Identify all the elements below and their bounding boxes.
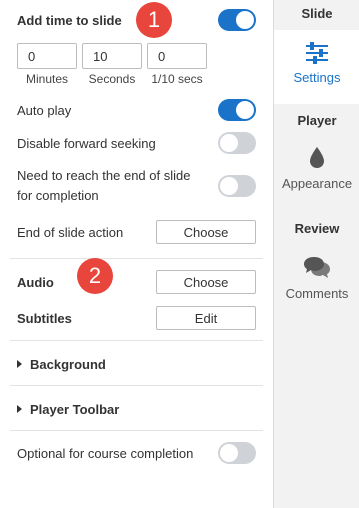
optional-label: Optional for course completion	[17, 445, 194, 461]
annotation-badge-1: 1	[136, 2, 172, 38]
sidebar-item-comments[interactable]: Comments	[274, 256, 359, 310]
divider	[10, 430, 263, 431]
minutes-caption: Minutes	[25, 72, 69, 86]
end-action-label: End of slide action	[17, 224, 124, 240]
sidebar-comments-label: Comments	[285, 286, 349, 301]
auto-play-toggle[interactable]	[218, 99, 256, 121]
toggle-knob	[236, 101, 254, 119]
subtitles-label: Subtitles	[17, 310, 72, 326]
toggle-knob	[236, 11, 254, 29]
subtitles-edit-button[interactable]: Edit	[156, 306, 256, 330]
optional-row: Optional for course completion	[17, 442, 256, 464]
divider	[10, 385, 263, 386]
audio-row: Audio Choose	[17, 270, 256, 294]
optional-toggle[interactable]	[218, 442, 256, 464]
subtitles-row: Subtitles Edit	[17, 306, 256, 330]
tenths-caption: 1/10 secs	[151, 72, 203, 86]
minutes-input[interactable]	[17, 43, 77, 69]
disable-seek-row: Disable forward seeking	[17, 132, 256, 154]
player-toolbar-section-label: Player Toolbar	[30, 401, 120, 417]
toggle-knob	[220, 177, 238, 195]
right-sidebar: Slide Settings Player Appearance Review	[273, 0, 359, 508]
need-end-label-line1: Need to reach the end of slide	[17, 168, 191, 183]
end-action-choose-button[interactable]: Choose	[156, 220, 256, 244]
caret-right-icon	[17, 405, 22, 413]
drop-icon	[310, 147, 324, 168]
tenths-input[interactable]	[147, 43, 207, 69]
sidebar-item-appearance[interactable]: Appearance	[274, 146, 359, 202]
add-time-toggle[interactable]	[218, 9, 256, 31]
slide-settings-panel: Add time to slide 1 Minutes Seconds 1/10…	[0, 0, 273, 508]
sidebar-appearance-label: Appearance	[281, 176, 353, 191]
sidebar-slide-header: Slide	[301, 6, 333, 21]
divider	[10, 340, 263, 341]
audio-choose-button[interactable]: Choose	[156, 270, 256, 294]
sidebar-player-header: Player	[297, 113, 337, 128]
caret-right-icon	[17, 360, 22, 368]
sidebar-item-settings[interactable]: Settings	[274, 30, 359, 104]
need-end-label: Need to reach the end of slide for compl…	[17, 166, 190, 206]
player-toolbar-section-toggle[interactable]: Player Toolbar	[17, 400, 119, 418]
add-time-label: Add time to slide	[17, 12, 122, 28]
sidebar-settings-label: Settings	[293, 70, 341, 85]
chat-bubbles-icon	[304, 257, 330, 278]
annotation-badge-2: 2	[77, 258, 113, 294]
need-end-label-line2: for completion	[17, 188, 99, 203]
divider	[10, 258, 263, 259]
disable-seek-toggle[interactable]	[218, 132, 256, 154]
need-end-row: Need to reach the end of slide for compl…	[17, 166, 256, 206]
need-end-toggle[interactable]	[218, 175, 256, 197]
disable-seek-label: Disable forward seeking	[17, 135, 156, 151]
toggle-knob	[220, 444, 238, 462]
seconds-caption: Seconds	[88, 72, 136, 86]
auto-play-row: Auto play	[17, 99, 256, 121]
sliders-icon	[306, 42, 328, 64]
end-action-row: End of slide action Choose	[17, 220, 256, 244]
auto-play-label: Auto play	[17, 102, 72, 118]
sidebar-review-header: Review	[294, 221, 340, 236]
audio-label: Audio	[17, 274, 54, 290]
background-section-label: Background	[30, 356, 106, 372]
background-section-toggle[interactable]: Background	[17, 355, 106, 373]
seconds-input[interactable]	[82, 43, 142, 69]
toggle-knob	[220, 134, 238, 152]
